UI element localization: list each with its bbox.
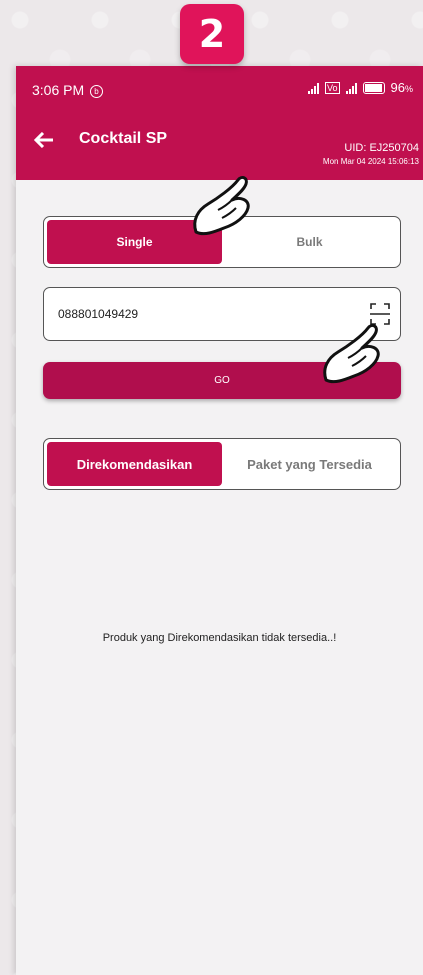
back-arrow-icon[interactable] xyxy=(34,132,54,148)
phone-screen: 3:06 PM b Vo 96% Cocktail SP UID: EJ2507… xyxy=(16,66,423,975)
pointing-hand-icon xyxy=(323,323,380,384)
tab-paket-tersedia[interactable]: Paket yang Tersedia xyxy=(222,442,397,486)
signal-4g-icon xyxy=(345,82,357,94)
tab-direkomendasikan[interactable]: Direkomendasikan xyxy=(47,442,222,486)
notification-icon: b xyxy=(90,84,104,98)
empty-state-message: Produk yang Direkomendasikan tidak terse… xyxy=(102,632,337,644)
battery-icon xyxy=(362,81,385,94)
status-icons: Vo 96% xyxy=(308,80,413,95)
volte-icon: Vo xyxy=(325,81,340,94)
status-time-text: 3:06 PM xyxy=(32,82,85,98)
offer-tabs: Direkomendasikan Paket yang Tersedia xyxy=(43,438,401,490)
pointing-hand-icon xyxy=(193,175,250,236)
datetime-label: Mon Mar 04 2024 15:06:13 xyxy=(322,157,419,166)
status-time: 3:06 PM b xyxy=(32,82,104,98)
battery-level: 96% xyxy=(390,80,413,95)
app-header: 3:06 PM b Vo 96% Cocktail SP UID: EJ2507… xyxy=(16,66,423,180)
uid-label: UID: EJ250704 xyxy=(344,142,419,154)
phone-number-value: 088801049429 xyxy=(58,307,139,321)
signal-icon xyxy=(308,82,319,94)
step-number-badge: 2 xyxy=(180,4,244,64)
page-title: Cocktail SP xyxy=(79,130,168,147)
